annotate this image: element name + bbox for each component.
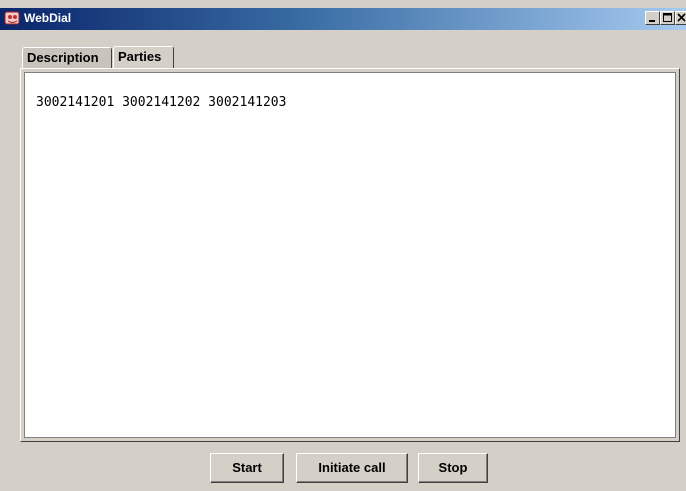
minimize-icon [649,20,655,22]
start-button[interactable]: Start [210,453,284,483]
app-icon [4,10,21,27]
initiate-call-button[interactable]: Initiate call [296,453,408,483]
parties-textarea[interactable]: 3002141201 3002141202 3002141203 [24,72,676,438]
close-button[interactable] [675,11,686,25]
parties-panel: 3002141201 3002141202 3002141203 [20,68,680,442]
webdial-window: WebDial Description Parties 3002141201 3… [0,0,686,491]
tab-parties[interactable]: Parties [113,46,174,69]
title-bar[interactable]: WebDial [0,8,686,30]
stop-button[interactable]: Stop [418,453,488,483]
minimize-button[interactable] [645,11,660,25]
window-title: WebDial [24,11,72,25]
close-icon [677,13,686,22]
maximize-icon [663,13,672,22]
maximize-button[interactable] [660,11,675,25]
tab-description[interactable]: Description [22,47,112,68]
